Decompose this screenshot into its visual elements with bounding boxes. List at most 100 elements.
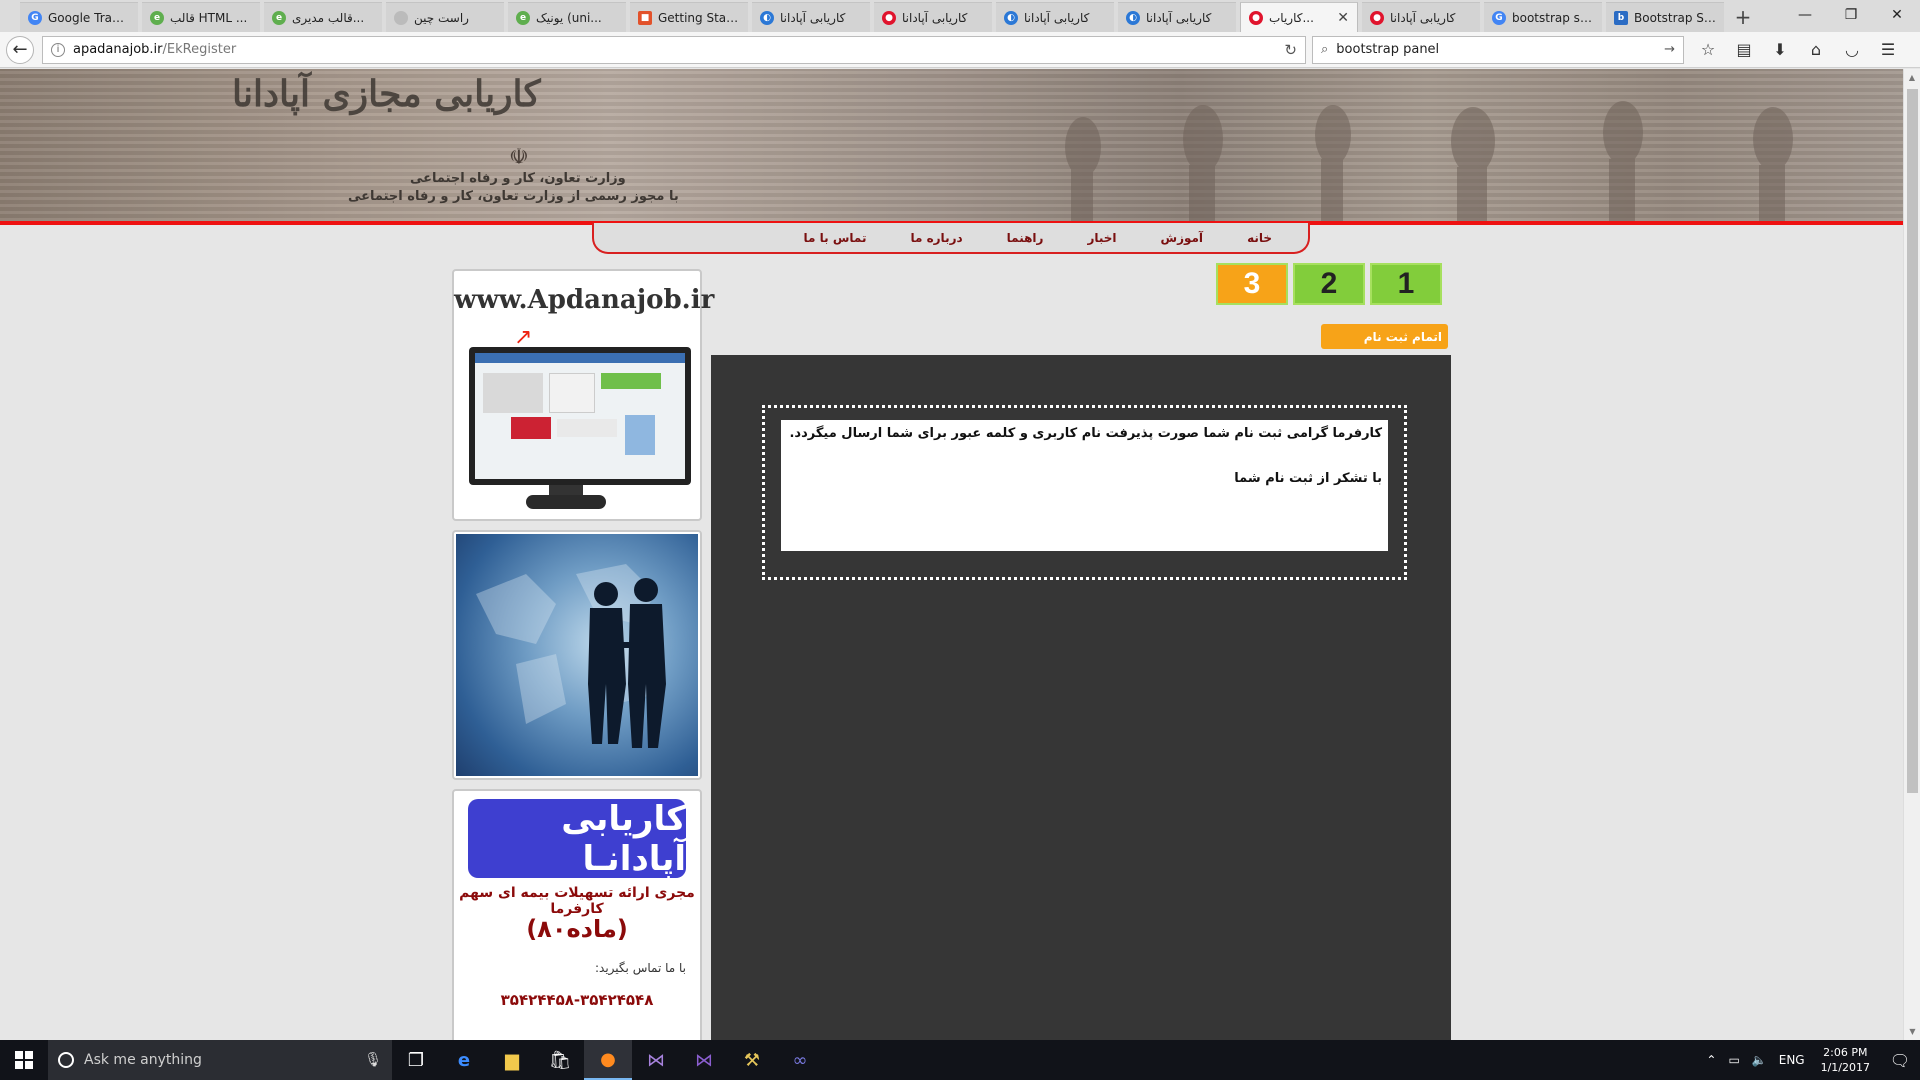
cortana-search[interactable]: Ask me anything 🎙 (48, 1040, 392, 1080)
browser-tab[interactable]: b Bootstrap Sni... (1606, 2, 1724, 32)
search-input[interactable]: bootstrap panel (1336, 42, 1439, 57)
new-tab-button[interactable]: + (1728, 2, 1758, 32)
network-icon[interactable]: ▭ (1728, 1053, 1739, 1067)
menu-item-news[interactable]: اخبار (1087, 231, 1116, 245)
close-window-icon[interactable]: ✕ (1874, 0, 1920, 30)
thanks-message: با تشکر از ثبت نام شما (1234, 471, 1382, 486)
browser-navbar: ← i apadanajob.ir/EkRegister ↻ ⌕ bootstr… (0, 32, 1920, 68)
info-icon[interactable]: i (51, 42, 65, 57)
tab-title: راست چین (414, 10, 469, 25)
step-2-indicator: 2 (1293, 263, 1365, 305)
tab-favicon-icon: e (516, 10, 530, 25)
tab-title: قالب مدیری... (292, 10, 365, 25)
back-button[interactable]: ← (6, 35, 34, 64)
tab-title: کاریاب... (1269, 10, 1314, 25)
banner-title: کاریابی مجازی آپادانا (232, 73, 541, 115)
browser-tab[interactable]: Gbootstrap ste... (1484, 2, 1602, 32)
browser-tab[interactable]: ■ Getting Starte... (630, 2, 748, 32)
tab-favicon-icon: ● (1249, 10, 1263, 25)
step-1-indicator: 1 (1370, 263, 1442, 305)
restore-icon[interactable]: ❐ (1828, 0, 1874, 30)
insurance-ad-article: (ماده۸۰) (526, 915, 628, 943)
message-frame: کارفرما گرامی ثبت نام شما صورت پذیرفت نا… (762, 405, 1407, 580)
windows-logo-icon (15, 1051, 33, 1069)
browser-tab[interactable]: ◐ کاریابی آپادانا (752, 2, 870, 32)
scroll-down-icon[interactable]: ▼ (1904, 1023, 1920, 1040)
tab-favicon-icon: e (150, 10, 164, 25)
menu-item-home[interactable]: خانه (1247, 231, 1272, 245)
task-view-icon[interactable]: ❐ (392, 1040, 440, 1080)
browser-tabstrip: G Google Trans... e قالب HTML ... e قالب مد… (0, 0, 1920, 32)
scroll-up-icon[interactable]: ▲ (1904, 69, 1920, 86)
tab-close-icon[interactable]: ✕ (1337, 10, 1349, 26)
search-icon: ⌕ (1321, 42, 1329, 57)
reload-icon[interactable]: ↻ (1284, 41, 1297, 59)
business-ad-card[interactable] (452, 530, 702, 780)
microphone-icon[interactable]: 🎙 (364, 1052, 382, 1068)
language-indicator[interactable]: ENG (1779, 1053, 1805, 1067)
tab-favicon-icon: G (28, 10, 42, 25)
menu-item-education[interactable]: آموزش (1161, 231, 1204, 245)
volume-icon[interactable]: 🔈 (1752, 1053, 1767, 1067)
clock-date: 1/1/2017 (1820, 1061, 1870, 1074)
browser-tab[interactable]: e قالب مدیری... (264, 2, 382, 32)
browser-tab[interactable]: راست چین (386, 2, 504, 32)
browser-tab[interactable]: e قالب HTML ... (142, 2, 260, 32)
insurance-ad-card[interactable]: کاریابی آپادانـا مجری ارائه تسهیلات بیمه… (452, 789, 702, 1040)
home-icon[interactable]: ⌂ (1798, 35, 1834, 65)
menu-item-about[interactable]: درباره ما (910, 231, 962, 245)
firefox-icon[interactable]: ● (584, 1040, 632, 1080)
browser-tab[interactable]: ● کاریابی آپادانا (1362, 2, 1480, 32)
browser-tab[interactable]: G Google Trans... (20, 2, 138, 32)
browser-tab[interactable]: ◐ کاریابی آپادانا (996, 2, 1114, 32)
windows-taskbar: Ask me anything 🎙 ❐ e ▆ 🛍 ● ⋈ ⋈ ⚒ ∞ ⌃ ▭ … (0, 1040, 1920, 1080)
registration-panel: کارفرما گرامی ثبت نام شما صورت پذیرفت نا… (711, 355, 1451, 1040)
search-bar[interactable]: ⌕ bootstrap panel → (1312, 35, 1684, 64)
browser-tab[interactable]: ◐ کاریابی آپادانا (1118, 2, 1236, 32)
edge-icon[interactable]: e (440, 1040, 488, 1080)
download-icon[interactable]: ⬇ (1762, 35, 1798, 65)
address-bar[interactable]: i apadanajob.ir/EkRegister ↻ (42, 35, 1306, 64)
tray-chevron-icon[interactable]: ⌃ (1706, 1053, 1716, 1067)
reading-list-icon[interactable]: ▤ (1726, 35, 1762, 65)
clock[interactable]: 2:06 PM 1/1/2017 (1821, 1045, 1870, 1075)
menu-item-guide[interactable]: راهنما (1007, 231, 1044, 245)
tab-favicon-icon: ◐ (1126, 10, 1140, 25)
menu-icon[interactable]: ☰ (1870, 35, 1906, 65)
main-menu: خانه آموزش اخبار راهنما درباره ما تماس ب… (592, 223, 1310, 254)
insurance-ad-contact-label: با ما تماس بگیرید: (595, 961, 686, 975)
tab-title: bootstrap ste... (1512, 10, 1594, 25)
vertical-scrollbar[interactable]: ▲ ▼ (1903, 69, 1920, 1040)
tab-favicon-icon: e (272, 10, 286, 25)
browser-tab-active[interactable]: ● کاریاب... ✕ (1240, 2, 1358, 32)
search-go-icon[interactable]: → (1664, 42, 1675, 57)
tab-title: Google Trans... (48, 10, 130, 25)
menu-item-contact[interactable]: تماس با ما (804, 231, 867, 245)
store-icon[interactable]: 🛍 (536, 1040, 584, 1080)
start-button[interactable] (0, 1040, 48, 1080)
success-message-box: کارفرما گرامی ثبت نام شما صورت پذیرفت نا… (781, 420, 1388, 551)
tools-icon[interactable]: ⚒ (728, 1040, 776, 1080)
banner-subtitle-license: با مجوز رسمی از وزارت تعاون، کار و رفاه … (348, 189, 679, 204)
infinity-app-icon[interactable]: ∞ (776, 1040, 824, 1080)
browser-tab[interactable]: e یونیک (uni... (508, 2, 626, 32)
apadana-logo: کاریابی آپادانـا (468, 799, 686, 879)
clock-time: 2:06 PM (1823, 1046, 1868, 1059)
site-ad-card[interactable]: www.Apdanajob.ir ↗ (452, 269, 714, 521)
pocket-icon[interactable]: ◡ (1834, 35, 1870, 65)
tab-title: کاریابی آپادانا (1390, 10, 1456, 25)
visual-studio-alt-icon[interactable]: ⋈ (680, 1040, 728, 1080)
bookmark-star-icon[interactable]: ☆ (1690, 35, 1726, 65)
tab-favicon-icon: ■ (638, 10, 652, 25)
tab-title: Getting Starte... (658, 10, 740, 25)
browser-tab[interactable]: ● کاریابی آپادانا (874, 2, 992, 32)
minimize-icon[interactable]: — (1782, 0, 1828, 30)
notifications-icon[interactable]: 🗨 (1880, 1040, 1920, 1080)
persepolis-relief-image (1065, 101, 1793, 221)
file-explorer-icon[interactable]: ▆ (488, 1040, 536, 1080)
visual-studio-icon[interactable]: ⋈ (632, 1040, 680, 1080)
scrollbar-thumb[interactable] (1907, 89, 1918, 793)
business-handshake-image (456, 534, 698, 776)
step-3-indicator: 3 (1216, 263, 1288, 305)
tab-favicon-icon: ● (1370, 10, 1384, 25)
